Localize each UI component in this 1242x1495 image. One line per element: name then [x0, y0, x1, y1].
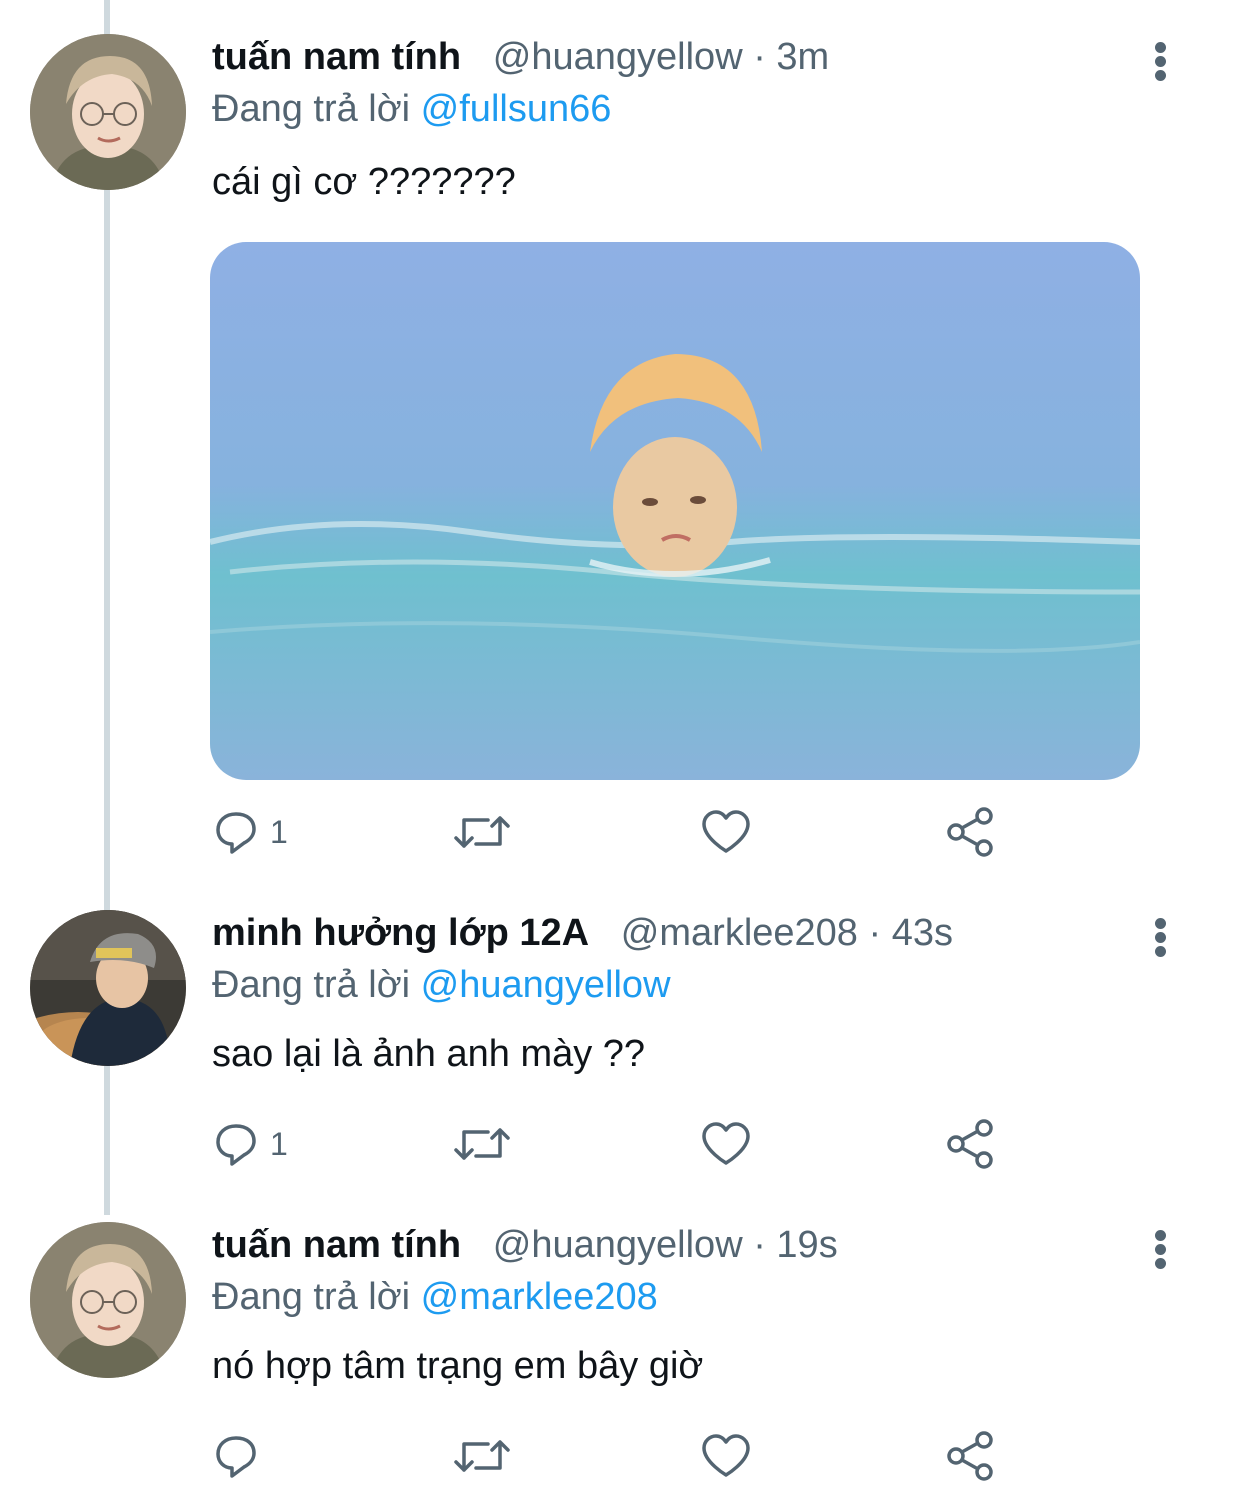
reply-icon — [216, 1436, 256, 1478]
reply-icon — [216, 812, 256, 854]
reply-button[interactable]: 1 — [212, 804, 288, 860]
reply-button[interactable]: 1 — [212, 1116, 288, 1172]
like-icon — [702, 1122, 750, 1165]
share-button[interactable] — [944, 1116, 996, 1172]
retweet-button[interactable] — [452, 804, 512, 860]
tweet-actions: 1 — [0, 1116, 1242, 1176]
replying-prefix: Đang trả lời — [212, 964, 411, 1006]
replying-to-mention[interactable]: @marklee208 — [421, 1276, 658, 1318]
user-handle[interactable]: @huangyellow — [493, 36, 743, 78]
reply-icon — [216, 1124, 256, 1166]
retweet-icon — [454, 1440, 510, 1472]
more-icon[interactable] — [1148, 42, 1174, 82]
more-icon[interactable] — [1148, 1230, 1174, 1270]
tweet-time[interactable]: 19s — [776, 1224, 837, 1266]
replying-prefix: Đang trả lời — [212, 88, 411, 130]
retweet-button[interactable] — [452, 1116, 512, 1172]
display-name[interactable]: tuấn nam tính — [212, 1224, 461, 1266]
like-button[interactable] — [700, 1428, 752, 1484]
tweet-header: tuấn nam tính @huangyellow · 3m — [212, 36, 830, 78]
retweet-icon — [454, 816, 510, 848]
reply-count: 1 — [270, 813, 288, 850]
tweet-image[interactable] — [210, 242, 1140, 780]
replying-to-mention[interactable]: @fullsun66 — [421, 88, 612, 130]
tweet[interactable]: tuấn nam tính @huangyellow · 3m Đang trả… — [0, 34, 1242, 894]
like-icon — [702, 1434, 750, 1477]
share-icon — [947, 807, 993, 857]
like-button[interactable] — [700, 804, 752, 860]
share-button[interactable] — [944, 1428, 996, 1484]
replying-to-line: Đang trả lời @fullsun66 — [212, 86, 611, 132]
tweet[interactable]: minh hưởng lớp 12A @marklee208 · 43s Đan… — [0, 910, 1242, 1210]
tweet-time[interactable]: 3m — [776, 36, 829, 78]
user-handle[interactable]: @marklee208 — [621, 912, 858, 954]
tweet-text: nó hợp tâm trạng em bây giờ — [212, 1345, 704, 1387]
like-icon — [702, 810, 750, 853]
reply-button[interactable] — [212, 1428, 270, 1484]
tweet-actions: 1 — [0, 804, 1242, 864]
replying-to-line: Đang trả lời @huangyellow — [212, 962, 671, 1008]
tweet[interactable]: tuấn nam tính @huangyellow · 19s Đang tr… — [0, 1222, 1242, 1495]
display-name[interactable]: minh hưởng lớp 12A — [212, 912, 589, 954]
share-button[interactable] — [944, 804, 996, 860]
replying-to-mention[interactable]: @huangyellow — [421, 964, 671, 1006]
replying-prefix: Đang trả lời — [212, 1276, 411, 1318]
reply-count: 1 — [270, 1125, 288, 1162]
avatar[interactable] — [30, 1222, 186, 1378]
display-name[interactable]: tuấn nam tính — [212, 36, 461, 78]
tweet-time[interactable]: 43s — [892, 912, 953, 954]
share-icon — [947, 1431, 993, 1481]
avatar[interactable] — [30, 34, 186, 190]
user-handle[interactable]: @huangyellow — [493, 1224, 743, 1266]
retweet-button[interactable] — [452, 1428, 512, 1484]
tweet-text: sao lại là ảnh anh mày ?? — [212, 1033, 646, 1075]
share-icon — [947, 1119, 993, 1169]
avatar[interactable] — [30, 910, 186, 1066]
tweet-text: cái gì cơ ??????? — [212, 161, 516, 203]
tweet-actions — [0, 1428, 1242, 1488]
like-button[interactable] — [700, 1116, 752, 1172]
tweet-header: tuấn nam tính @huangyellow · 19s — [212, 1224, 838, 1266]
more-icon[interactable] — [1148, 918, 1174, 958]
retweet-icon — [454, 1128, 510, 1160]
replying-to-line: Đang trả lời @marklee208 — [212, 1274, 658, 1320]
tweet-header: minh hưởng lớp 12A @marklee208 · 43s — [212, 912, 953, 954]
